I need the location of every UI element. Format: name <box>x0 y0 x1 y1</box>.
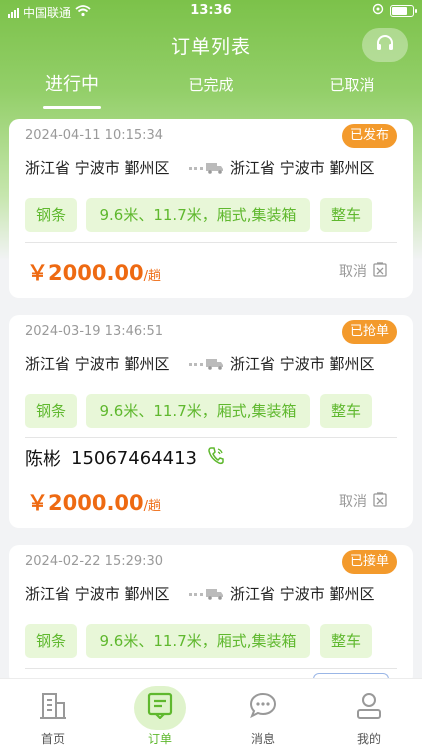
route-arrow <box>189 356 224 374</box>
status-badge: 已接单 <box>341 550 397 574</box>
tag-cargo: 钢条 <box>25 394 77 428</box>
tag-vehicle: 9.6米、11.7米，厢式,集装箱 <box>86 624 310 658</box>
route: 浙江省 宁波市 鄞州区 浙江省 宁波市 鄞州区 <box>25 353 397 375</box>
status-badge: 已发布 <box>341 124 397 148</box>
tag-load-type: 整车 <box>320 198 372 232</box>
tab-cancelled[interactable]: 已取消 <box>326 74 378 95</box>
nav-home[interactable]: 首页 <box>18 679 88 750</box>
route-arrow <box>189 160 224 178</box>
price-value: ￥2000.00 <box>27 491 144 515</box>
order-price: ￥2000.00/趟 <box>27 257 161 287</box>
active-tab-indicator <box>43 106 101 109</box>
headset-icon <box>375 33 395 57</box>
divider <box>25 242 397 243</box>
cancel-button[interactable]: 取消 <box>339 491 387 511</box>
nav-messages[interactable]: 消息 <box>228 679 298 750</box>
route-destination: 浙江省 宁波市 鄞州区 <box>230 585 375 603</box>
tag-vehicle: 9.6米、11.7米，厢式,集装箱 <box>86 394 310 428</box>
order-time: 2024-02-22 15:29:30 <box>25 554 164 569</box>
order-time: 2024-04-11 10:15:34 <box>25 128 164 143</box>
cancel-button[interactable]: 取消 <box>339 261 387 281</box>
driver-contact: 陈彬 15067464413 <box>25 445 225 471</box>
price-unit: /趟 <box>143 269 162 284</box>
order-time: 2024-03-19 13:46:51 <box>25 324 164 339</box>
route: 浙江省 宁波市 鄞州区 浙江省 宁波市 鄞州区 <box>25 157 397 179</box>
building-icon <box>39 691 67 725</box>
divider <box>25 668 397 669</box>
order-card[interactable]: 2024-04-11 10:15:34 已发布 浙江省 宁波市 鄞州区 浙江省 … <box>9 119 413 298</box>
tag-cargo: 钢条 <box>25 198 77 232</box>
order-card[interactable]: 2024-03-19 13:46:51 已抢单 浙江省 宁波市 鄞州区 浙江省 … <box>9 315 413 528</box>
truck-icon <box>206 356 224 374</box>
price-value: ￥2000.00 <box>27 261 144 285</box>
driver-phone: 15067464413 <box>71 447 197 469</box>
tag-load-type: 整车 <box>320 394 372 428</box>
order-card[interactable]: 2024-02-22 15:29:30 已接单 浙江省 宁波市 鄞州区 浙江省 … <box>9 545 413 685</box>
phone-icon[interactable] <box>207 446 225 471</box>
order-tabs: 进行中 已完成 已取消 <box>0 70 422 110</box>
nav-label: 消息 <box>250 732 275 746</box>
nav-label: 首页 <box>40 732 65 746</box>
status-time: 13:36 <box>190 3 232 18</box>
cancel-icon <box>373 491 387 511</box>
cancel-icon <box>373 261 387 281</box>
tab-completed[interactable]: 已完成 <box>185 74 237 95</box>
route-arrow <box>189 586 224 604</box>
battery-icon <box>390 4 417 17</box>
cancel-label: 取消 <box>339 264 367 280</box>
order-price: ￥2000.00/趟 <box>27 487 161 517</box>
route: 浙江省 宁波市 鄞州区 浙江省 宁波市 鄞州区 <box>25 583 397 605</box>
page-title: 订单列表 <box>170 36 251 58</box>
tag-cargo: 钢条 <box>25 624 77 658</box>
price-unit: /趟 <box>143 499 162 514</box>
cancel-label: 取消 <box>339 494 367 510</box>
message-icon <box>248 691 278 723</box>
tag-load-type: 整车 <box>320 624 372 658</box>
truck-icon <box>206 586 224 604</box>
status-bar: 中国联通 13:36 <box>0 0 422 22</box>
tab-in-progress[interactable]: 进行中 <box>40 70 104 96</box>
route-origin: 浙江省 宁波市 鄞州区 <box>25 159 170 177</box>
nav-label: 我的 <box>356 732 381 746</box>
user-icon <box>355 691 383 725</box>
driver-name: 陈彬 <box>25 449 61 470</box>
route-origin: 浙江省 宁波市 鄞州区 <box>25 585 170 603</box>
nav-label: 订单 <box>147 732 172 746</box>
orientation-lock-icon <box>372 3 384 18</box>
route-destination: 浙江省 宁波市 鄞州区 <box>230 355 375 373</box>
divider <box>25 437 397 438</box>
nav-profile[interactable]: 我的 <box>334 679 404 750</box>
route-origin: 浙江省 宁波市 鄞州区 <box>25 355 170 373</box>
order-list-icon <box>146 691 174 723</box>
nav-orders[interactable]: 订单 <box>125 679 195 750</box>
status-badge: 已抢单 <box>341 320 397 344</box>
support-button[interactable] <box>362 28 408 62</box>
bottom-nav: 首页 订单 消息 我的 <box>0 678 422 750</box>
route-destination: 浙江省 宁波市 鄞州区 <box>230 159 375 177</box>
truck-icon <box>206 160 224 178</box>
tag-vehicle: 9.6米、11.7米，厢式,集装箱 <box>86 198 310 232</box>
